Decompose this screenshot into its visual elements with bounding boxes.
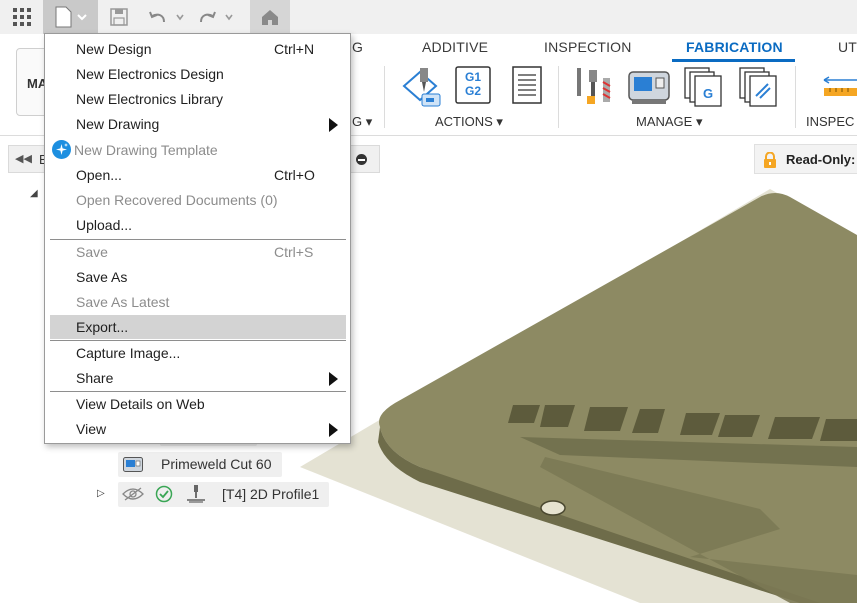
active-tab-indicator bbox=[672, 59, 795, 62]
visibility-hidden-icon[interactable] bbox=[122, 487, 144, 504]
menu-item-label: Capture Image... bbox=[76, 345, 181, 361]
menu-item-shortcut: Ctrl+S bbox=[274, 244, 314, 260]
menu-item-new-drawing-template[interactable]: New Drawing Template bbox=[50, 138, 346, 162]
menu-item-export[interactable]: Export... bbox=[50, 315, 346, 339]
g-document-label: G bbox=[702, 86, 714, 101]
tab-fabrication[interactable]: FABRICATION bbox=[686, 39, 783, 55]
toolbar-divider bbox=[384, 66, 385, 128]
inspect-dropdown[interactable]: INSPEC bbox=[806, 114, 854, 129]
tab-utilities[interactable]: UT bbox=[838, 39, 857, 55]
tab-inspection[interactable]: INSPECTION bbox=[544, 39, 632, 55]
actions-dropdown[interactable]: ACTIONS ▾ bbox=[435, 114, 503, 130]
tree-expand-icon[interactable]: ▷ bbox=[97, 488, 105, 499]
submenu-arrow-icon bbox=[329, 118, 338, 132]
menu-item-label: New Electronics Design bbox=[76, 66, 224, 82]
menu-item-label: Share bbox=[76, 370, 114, 386]
menu-item-shortcut: Ctrl+N bbox=[274, 41, 315, 57]
redo-icon[interactable] bbox=[195, 0, 239, 34]
menu-item-label: Save As Latest bbox=[76, 294, 170, 310]
lock-icon bbox=[763, 151, 777, 171]
close-panel-icon[interactable] bbox=[356, 154, 367, 165]
read-only-badge[interactable]: Read-Only: bbox=[754, 144, 857, 174]
menu-item-new-drawing[interactable]: New Drawing bbox=[50, 112, 346, 136]
menu-item-save[interactable]: Save Ctrl+S bbox=[50, 240, 346, 264]
machine-library-icon[interactable] bbox=[628, 66, 670, 106]
menu-item-new-electronics-design[interactable]: New Electronics Design bbox=[50, 62, 346, 86]
post-process-icon[interactable]: G1 G2 bbox=[455, 66, 495, 106]
menu-item-label: Save As bbox=[76, 269, 128, 285]
menu-item-save-as-latest[interactable]: Save As Latest bbox=[50, 290, 346, 314]
2d-profile-toolpath-icon bbox=[185, 484, 207, 507]
tab-additive[interactable]: ADDITIVE bbox=[422, 39, 488, 55]
toolbar-divider bbox=[795, 66, 796, 128]
file-dropdown-menu: New Design Ctrl+N New Electronics Design… bbox=[44, 33, 351, 444]
machine-icon bbox=[123, 457, 143, 475]
menu-item-label: New Drawing bbox=[76, 116, 160, 132]
menu-item-label: New Electronics Library bbox=[76, 91, 224, 107]
title-bar bbox=[0, 0, 857, 34]
app-grid-icon[interactable] bbox=[5, 0, 39, 34]
g2-label: G2 bbox=[464, 84, 481, 98]
menu-item-label: New Drawing Template bbox=[74, 142, 218, 158]
menu-item-new-design[interactable]: New Design Ctrl+N bbox=[50, 37, 346, 61]
home-icon[interactable] bbox=[250, 0, 290, 34]
menu-item-label: Upload... bbox=[76, 217, 133, 233]
menu-item-label: Save bbox=[76, 244, 108, 260]
check-valid-icon bbox=[155, 485, 173, 506]
menu-item-shortcut: Ctrl+O bbox=[274, 167, 315, 183]
sparkle-icon bbox=[52, 140, 71, 159]
save-icon[interactable] bbox=[104, 0, 134, 34]
tool-library-icon[interactable] bbox=[573, 66, 613, 106]
collapse-panel-icon[interactable]: ◀◀ bbox=[15, 152, 32, 165]
toolbar-divider bbox=[558, 66, 559, 128]
mounting-hole bbox=[540, 500, 566, 516]
tree-item-2d-profile[interactable]: [T4] 2D Profile1 bbox=[222, 486, 319, 502]
submenu-arrow-icon bbox=[329, 372, 338, 386]
file-menu-button[interactable] bbox=[43, 0, 98, 34]
tree-expand-icon[interactable]: ◢ bbox=[30, 188, 38, 199]
menu-item-view[interactable]: View bbox=[50, 417, 346, 441]
submenu-arrow-icon bbox=[329, 423, 338, 437]
menu-item-upload[interactable]: Upload... bbox=[50, 213, 346, 237]
menu-item-label: Open... bbox=[76, 167, 122, 183]
menu-item-save-as[interactable]: Save As bbox=[50, 265, 346, 289]
menu-item-label: Export... bbox=[76, 319, 129, 335]
template-library-icon[interactable] bbox=[738, 66, 778, 107]
menu-item-open[interactable]: Open... Ctrl+O bbox=[50, 163, 346, 187]
menu-item-label: Open Recovered Documents (0) bbox=[76, 192, 278, 208]
manage-dropdown[interactable]: MANAGE ▾ bbox=[636, 114, 702, 130]
read-only-label: Read-Only: bbox=[786, 152, 856, 167]
menu-item-view-details-on-web[interactable]: View Details on Web bbox=[50, 392, 346, 416]
group-label-g[interactable]: G ▾ bbox=[352, 114, 372, 130]
menu-item-share[interactable]: Share bbox=[50, 366, 346, 390]
simulate-icon[interactable] bbox=[400, 66, 441, 107]
tab-g-partial[interactable]: G bbox=[352, 39, 363, 55]
menu-item-label: View bbox=[76, 421, 107, 437]
menu-item-capture-image[interactable]: Capture Image... bbox=[50, 341, 346, 365]
menu-item-label: New Design bbox=[76, 41, 152, 57]
tree-item-primeweld-cut-60[interactable]: Primeweld Cut 60 bbox=[161, 456, 272, 472]
undo-icon[interactable] bbox=[146, 0, 190, 34]
menu-item-new-electronics-library[interactable]: New Electronics Library bbox=[50, 87, 346, 111]
menu-item-open-recovered[interactable]: Open Recovered Documents (0) bbox=[50, 188, 346, 212]
g1-label: G1 bbox=[464, 70, 481, 84]
measure-icon[interactable] bbox=[822, 66, 857, 106]
setup-sheet-icon[interactable] bbox=[510, 66, 550, 106]
menu-item-label: View Details on Web bbox=[76, 396, 205, 412]
post-library-icon[interactable]: G bbox=[683, 66, 723, 107]
